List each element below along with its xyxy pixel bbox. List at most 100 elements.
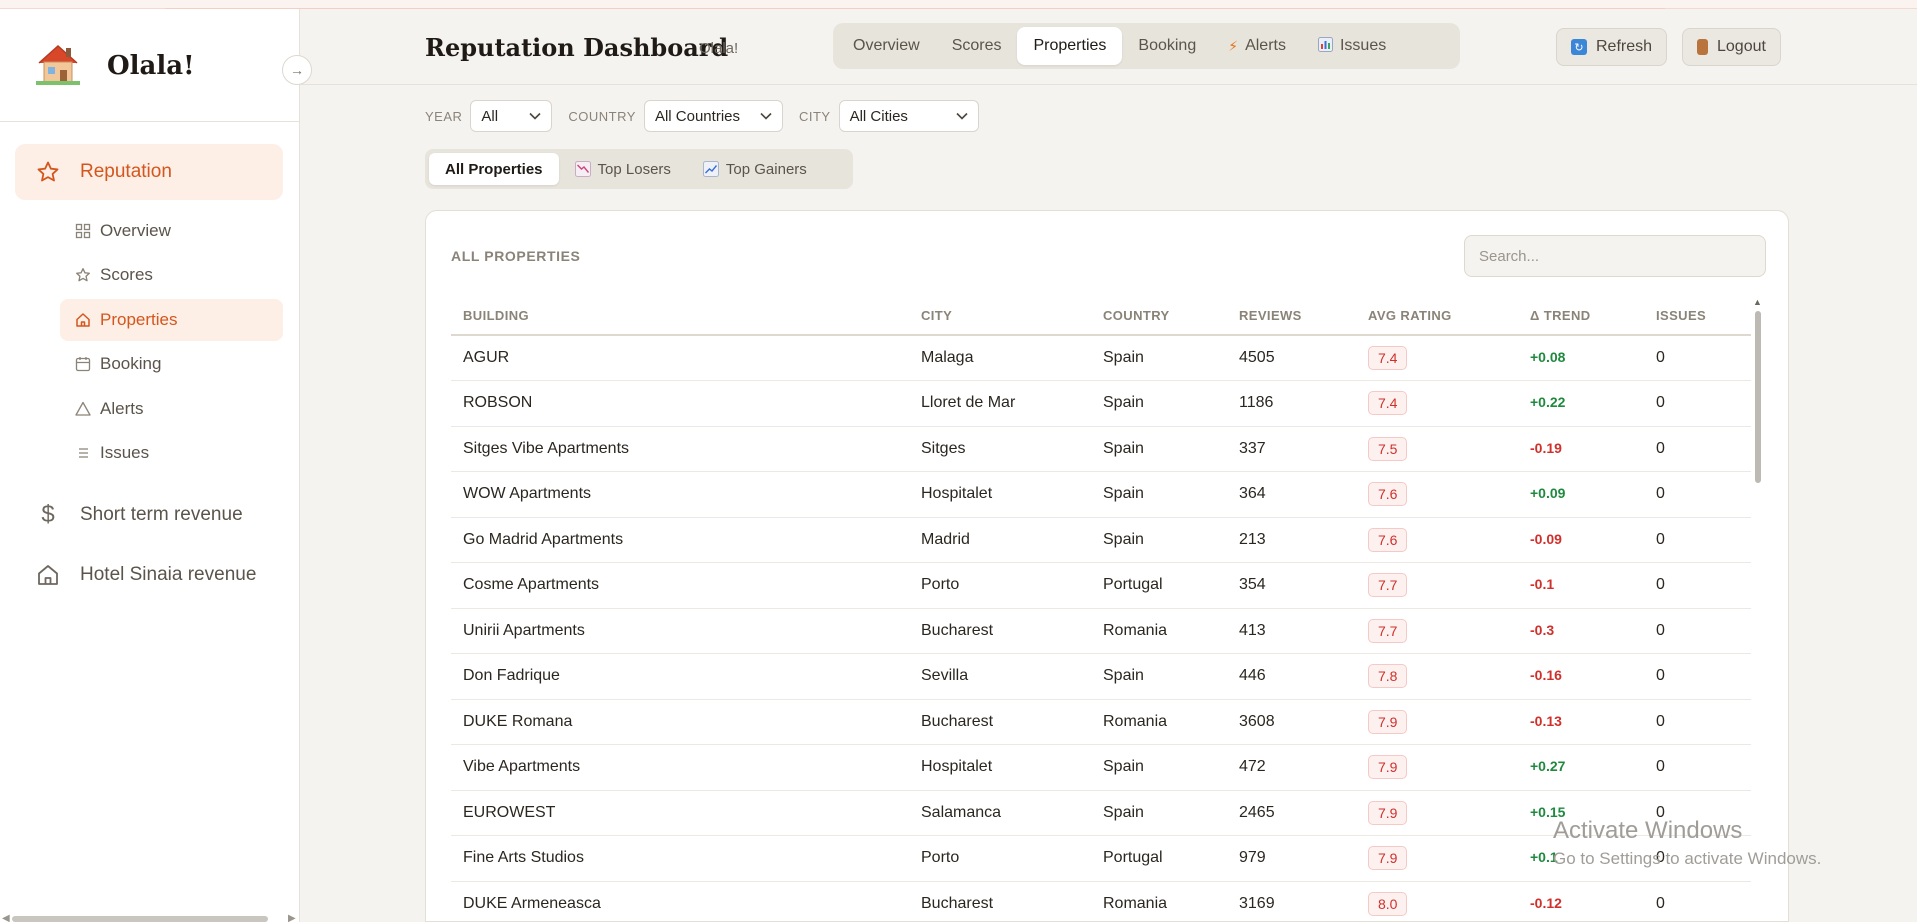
column-header-building[interactable]: BUILDING: [451, 297, 909, 336]
subtab-top-losers[interactable]: Top Losers: [559, 153, 687, 185]
table-row[interactable]: WOW Apartments Hospitalet Spain 364 7.6 +0.09…: [451, 471, 1751, 518]
properties-card: ALL PROPERTIES BUILDING CITY COUNTRY REV…: [425, 210, 1789, 922]
search-input[interactable]: [1464, 235, 1766, 277]
tab-label: Issues: [1339, 37, 1387, 54]
cell-city: Lloret de Mar: [909, 380, 1091, 427]
table-row[interactable]: Unirii Apartments Bucharest Romania 413 7.7 -…: [451, 608, 1751, 654]
cell-reviews: 3169: [1227, 881, 1356, 921]
tab-properties[interactable]: Properties: [1017, 27, 1123, 65]
subtab-top-gainers[interactable]: Top Gainers: [687, 153, 823, 185]
header: Reputation Dashboard Olala! Overview Sco…: [301, 9, 1917, 85]
sidebar-subitem-properties[interactable]: Properties: [60, 299, 283, 341]
tab-overview[interactable]: Overview: [837, 27, 936, 65]
column-header-avg-rating[interactable]: AVG RATING: [1356, 297, 1518, 336]
property-view-tabs: All Properties Top Losers Top Gainers: [425, 149, 853, 189]
cell-avg-rating: 7.9: [1356, 744, 1518, 791]
table-row[interactable]: Vibe Apartments Hospitalet Spain 472 7.9 +0.2…: [451, 744, 1751, 791]
cell-trend: -0.12: [1518, 881, 1644, 921]
sidebar-subitem-scores[interactable]: Scores: [60, 254, 283, 296]
rating-badge: 7.7: [1368, 573, 1408, 598]
table-row[interactable]: Sitges Vibe Apartments Sitges Spain 337 7.5 -…: [451, 426, 1751, 472]
collapse-sidebar-button[interactable]: →: [282, 55, 312, 85]
scroll-up-icon[interactable]: ▲: [1753, 297, 1762, 307]
windows-activation-watermark: Activate Windows Go to Settings to activ…: [1553, 817, 1821, 869]
tab-issues[interactable]: Issues: [1302, 27, 1402, 65]
cell-city: Hospitalet: [909, 744, 1091, 791]
column-header-country[interactable]: COUNTRY: [1091, 297, 1227, 336]
trend-value: -0.3: [1530, 621, 1555, 638]
table-row[interactable]: ROBSON Lloret de Mar Spain 1186 7.4 +0.22 0: [451, 380, 1751, 427]
cell-city: Sevilla: [909, 653, 1091, 700]
table-row[interactable]: DUKE Romana Bucharest Romania 3608 7.9 -0.13 0: [451, 699, 1751, 745]
sidebar-item-short-term-revenue[interactable]: $ Short term revenue: [15, 487, 283, 543]
cell-building: ROBSON: [451, 380, 909, 427]
sidebar-subitem-label: Properties: [100, 310, 178, 329]
trend-value: +0.27: [1530, 758, 1566, 775]
cell-trend: -0.19: [1518, 426, 1644, 472]
sidebar-subitem-label: Scores: [100, 265, 153, 284]
scrollbar-thumb[interactable]: [1755, 311, 1761, 483]
scrollbar-thumb[interactable]: [12, 916, 268, 922]
column-header-city[interactable]: CITY: [909, 297, 1091, 336]
tab-alerts[interactable]: ⚡ Alerts: [1212, 27, 1302, 65]
sidebar-horizontal-scrollbar[interactable]: ◀ ▶: [0, 911, 300, 922]
column-header-trend[interactable]: Δ TREND: [1518, 297, 1644, 336]
cell-issues: 0: [1644, 744, 1751, 791]
column-header-issues[interactable]: ISSUES: [1644, 297, 1751, 336]
sidebar-subitem-booking[interactable]: Booking: [60, 343, 283, 385]
sidebar: Olala! → Reputation Overview Scores Prop…: [0, 9, 312, 922]
watermark-line-2: Go to Settings to activate Windows.: [1553, 849, 1822, 868]
rating-badge: 7.8: [1368, 664, 1408, 689]
column-header-reviews[interactable]: REVIEWS: [1227, 297, 1356, 336]
rating-badge: 7.9: [1368, 709, 1408, 734]
table-row[interactable]: AGUR Malaga Spain 4505 7.4 +0.08 0: [451, 335, 1751, 381]
bar-chart-icon: [1317, 37, 1333, 55]
cell-avg-rating: 7.4: [1356, 335, 1518, 381]
subtab-all-properties[interactable]: All Properties: [429, 153, 559, 185]
cell-reviews: 213: [1227, 517, 1356, 563]
cell-avg-rating: 7.6: [1356, 471, 1518, 518]
sidebar-item-reputation[interactable]: Reputation: [15, 144, 283, 200]
sidebar-item-hotel-sinaia-revenue[interactable]: Hotel Sinaia revenue: [15, 547, 283, 603]
rating-badge: 7.5: [1368, 436, 1408, 461]
cell-reviews: 337: [1227, 426, 1356, 472]
table-header-row: BUILDING CITY COUNTRY REVIEWS AVG RATING…: [451, 297, 1751, 336]
cell-country: Spain: [1091, 380, 1227, 427]
year-filter-label: YEAR: [425, 108, 463, 124]
table-row[interactable]: Go Madrid Apartments Madrid Spain 213 7.6 -0.…: [451, 517, 1751, 563]
chevron-down-icon: [760, 109, 772, 123]
cell-country: Spain: [1091, 426, 1227, 472]
sidebar-item-label: Reputation: [80, 161, 172, 182]
trend-value: +0.09: [1530, 485, 1566, 502]
country-select-value: All Countries: [654, 107, 740, 125]
cell-city: Sitges: [909, 426, 1091, 472]
trend-value: -0.19: [1530, 439, 1562, 456]
subtab-label: Top Losers: [597, 160, 671, 178]
sidebar-subitem-issues[interactable]: Issues: [60, 432, 283, 474]
country-filter-label: COUNTRY: [568, 108, 636, 124]
cell-reviews: 979: [1227, 835, 1356, 882]
refresh-button[interactable]: ↻ Refresh: [1556, 28, 1668, 66]
sidebar-subitem-alerts[interactable]: Alerts: [60, 388, 283, 430]
tab-scores[interactable]: Scores: [936, 27, 1018, 65]
table-row[interactable]: Don Fadrique Sevilla Spain 446 7.8 -0.16 0: [451, 653, 1751, 700]
scroll-right-icon[interactable]: ▶: [288, 913, 296, 922]
chart-down-icon: [574, 161, 591, 177]
page-vertical-scrollbar[interactable]: [1907, 9, 1917, 922]
scroll-left-icon[interactable]: ◀: [2, 913, 10, 922]
sidebar-subitem-overview[interactable]: Overview: [60, 210, 283, 252]
brand: Olala!: [0, 9, 299, 122]
cell-building: AGUR: [451, 335, 909, 381]
table-row[interactable]: DUKE Armeneasca Bucharest Romania 3169 8.0 -0…: [451, 881, 1751, 921]
country-select[interactable]: All Countries: [643, 100, 783, 132]
watermark-line-1: Activate Windows: [1553, 817, 1743, 844]
year-select[interactable]: All: [470, 100, 553, 132]
cell-avg-rating: 8.0: [1356, 881, 1518, 921]
logout-button[interactable]: Logout: [1682, 28, 1781, 66]
star-icon: [36, 160, 60, 184]
table-row[interactable]: Cosme Apartments Porto Portugal 354 7.7 -0.1 0: [451, 562, 1751, 609]
cell-issues: 0: [1644, 653, 1751, 700]
cell-trend: +0.08: [1518, 335, 1644, 381]
city-select[interactable]: All Cities: [838, 100, 979, 132]
tab-booking[interactable]: Booking: [1122, 27, 1212, 65]
